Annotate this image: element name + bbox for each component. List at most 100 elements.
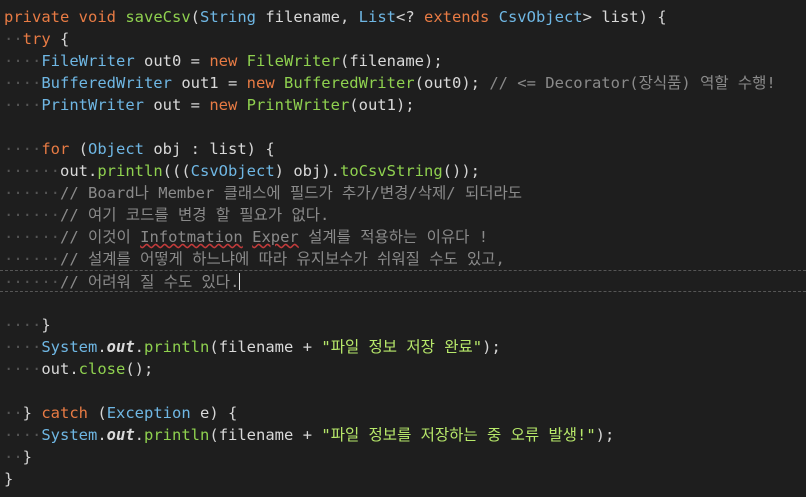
whitespace-marker: ···· <box>4 140 42 158</box>
code-token: ( <box>349 96 359 114</box>
code-token: System <box>41 338 98 356</box>
whitespace-marker: ·· <box>4 448 23 466</box>
code-line[interactable]: } <box>0 468 806 490</box>
code-line[interactable] <box>0 380 806 402</box>
code-line[interactable]: ······// Board나 Member 클래스에 필드가 추가/변경/삭제… <box>0 182 806 204</box>
code-token: ). <box>321 162 341 180</box>
code-token: out1 <box>181 74 228 92</box>
code-line[interactable]: ··} <box>0 446 806 468</box>
code-token: Exception <box>106 404 201 422</box>
code-token: // 이것이 <box>60 228 141 246</box>
code-token: ( <box>97 404 107 422</box>
code-line[interactable]: ··} catch (Exception e) { <box>0 402 806 424</box>
whitespace-marker: ·· <box>4 30 23 48</box>
code-editor[interactable]: private void saveCsv(String filename, Li… <box>0 0 806 497</box>
code-token: list <box>601 8 639 26</box>
code-token: = <box>190 96 210 114</box>
whitespace-marker: ···· <box>4 360 42 378</box>
code-token: close <box>78 360 126 378</box>
code-token: private <box>4 8 79 26</box>
code-token: CsvObject <box>498 8 583 26</box>
text-cursor <box>239 273 241 290</box>
code-token: out <box>60 162 88 180</box>
code-token: new <box>209 96 247 114</box>
code-token: ) { <box>209 404 238 422</box>
code-token: ); <box>595 426 615 444</box>
code-token: toCsvString <box>340 162 443 180</box>
code-line[interactable]: ··try { <box>0 28 806 50</box>
code-token: Infotmation <box>140 228 243 246</box>
code-token: out1 <box>358 96 396 114</box>
code-token: filename <box>265 8 340 26</box>
whitespace-marker: ······ <box>4 273 60 291</box>
whitespace-marker: ······ <box>4 184 60 202</box>
code-token: = <box>190 52 210 70</box>
code-token: out0 <box>143 52 191 70</box>
code-token: saveCsv <box>125 8 191 26</box>
whitespace-marker: ······ <box>4 162 60 180</box>
code-line[interactable]: ····System.out.println(filename + "파일 정보… <box>0 336 806 358</box>
code-line[interactable]: ····PrintWriter out = new PrintWriter(ou… <box>0 94 806 116</box>
code-token: void <box>78 8 126 26</box>
code-line[interactable]: ······// 여기 코드를 변경 할 필요가 없다. <box>0 204 806 226</box>
code-token: CsvObject <box>190 162 275 180</box>
code-token: 설계를 적용하는 이유다 ! <box>298 228 489 246</box>
code-token: . <box>97 338 107 356</box>
code-token: } <box>41 316 51 334</box>
code-token: "파일 정보 저장 완료" <box>321 338 483 356</box>
code-token: BufferedWriter <box>283 74 415 92</box>
code-line[interactable]: ······// 이것이 Infotmation Exper 설계를 적용하는 … <box>0 226 806 248</box>
whitespace-marker: ···· <box>4 338 42 356</box>
code-token: ); <box>395 96 415 114</box>
code-token: println <box>144 426 210 444</box>
code-line[interactable]: ····out.close(); <box>0 358 806 380</box>
code-token: ()); <box>442 162 480 180</box>
code-token: ) <box>274 162 294 180</box>
code-token: ( <box>414 74 424 92</box>
code-line[interactable] <box>0 116 806 138</box>
code-line[interactable]: ····BufferedWriter out1 = new BufferedWr… <box>0 72 806 94</box>
code-token: Object <box>88 140 154 158</box>
code-line[interactable] <box>0 292 806 314</box>
code-token: new <box>246 74 284 92</box>
code-token: ) { <box>246 140 275 158</box>
code-token: out <box>41 360 70 378</box>
whitespace-marker: ···· <box>4 52 42 70</box>
code-token: ( <box>78 140 88 158</box>
whitespace-marker: ···· <box>4 96 42 114</box>
code-token: for <box>41 140 79 158</box>
code-token: = <box>227 74 247 92</box>
whitespace-marker: ······ <box>4 206 60 224</box>
code-token: out <box>106 426 135 444</box>
code-line[interactable]: ······// 설계를 어떻게 하느냐에 따라 유지보수가 쉬워질 수도 있고… <box>0 248 806 270</box>
code-token: ) { <box>638 8 667 26</box>
code-token: ( <box>190 8 200 26</box>
code-token: PrintWriter <box>41 96 154 114</box>
code-line[interactable]: ······// 어려워 질 수도 있다. <box>0 270 806 292</box>
code-token: // Board나 Member 클래스에 필드가 추가/변경/삭제/ 되더라도 <box>60 184 522 202</box>
code-token: // <= Decorator(장식품) 역할 수행! <box>489 74 776 92</box>
code-line[interactable]: ····for (Object obj : list) { <box>0 138 806 160</box>
code-token: println <box>144 338 210 356</box>
code-line[interactable]: ····System.out.println(filename + "파일 정보… <box>0 424 806 446</box>
code-token: . <box>88 162 98 180</box>
code-token: ((( <box>162 162 191 180</box>
code-token: List <box>358 8 396 26</box>
code-token: // 여기 코드를 변경 할 필요가 없다. <box>60 206 330 224</box>
code-token: } <box>22 448 33 466</box>
code-line[interactable]: private void saveCsv(String filename, Li… <box>0 6 806 28</box>
code-token: > <box>582 8 602 26</box>
code-token: , <box>339 8 359 26</box>
code-token: out <box>153 96 191 114</box>
code-token: catch <box>41 404 98 422</box>
code-token: { <box>60 30 70 48</box>
code-token: new <box>209 52 247 70</box>
code-token: filename <box>218 426 303 444</box>
code-line[interactable]: ····} <box>0 314 806 336</box>
code-token: e <box>200 404 210 422</box>
code-line[interactable]: ····FileWriter out0 = new FileWriter(fil… <box>0 50 806 72</box>
code-token: . <box>134 426 145 444</box>
code-line[interactable]: ······out.println(((CsvObject) obj).toCs… <box>0 160 806 182</box>
code-token: ( <box>209 338 219 356</box>
